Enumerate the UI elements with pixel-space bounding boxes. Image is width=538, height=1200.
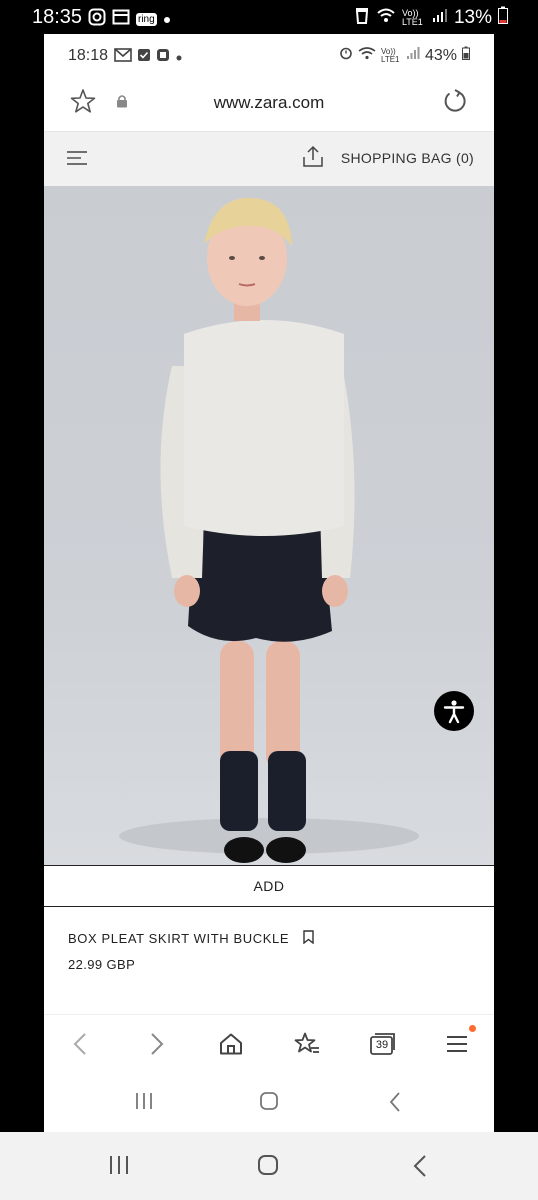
wifi-icon	[358, 46, 376, 65]
menu-icon[interactable]	[66, 149, 88, 172]
inner-system-nav	[44, 1072, 494, 1132]
bookmarks-star-icon[interactable]	[292, 1029, 322, 1059]
notification-dot	[469, 1025, 476, 1032]
bookmark-icon[interactable]	[303, 930, 314, 947]
forward-arrow-icon[interactable]	[142, 1029, 172, 1059]
browser-toolbar: 39	[44, 1014, 494, 1073]
inner-screen: 18:18 Vo)) LTE1 43% www.zara.com SHOPPIN…	[44, 34, 494, 1132]
battery-icon	[498, 6, 508, 30]
accessibility-button[interactable]	[434, 691, 474, 731]
browser-url-bar: www.zara.com	[44, 78, 494, 130]
network-label: Vo)) LTE1	[380, 46, 400, 64]
signal-icon	[406, 46, 420, 65]
site-header: SHOPPING BAG (0)	[44, 131, 494, 187]
product-image[interactable]	[44, 186, 494, 865]
notification-dot-icon	[163, 11, 171, 29]
reload-icon[interactable]	[442, 88, 468, 119]
signal-icon	[432, 7, 448, 29]
recents-icon[interactable]	[108, 1154, 130, 1181]
outer-clock: 18:35	[32, 6, 83, 28]
url-text[interactable]: www.zara.com	[44, 93, 494, 113]
alarm-icon	[339, 46, 353, 65]
recycle-icon	[354, 6, 370, 30]
notification-dot-icon	[175, 49, 183, 67]
back-icon[interactable]	[388, 1091, 402, 1118]
product-name: BOX PLEAT SKIRT WITH BUCKLE	[68, 931, 290, 946]
battery-percent: 43%	[424, 46, 457, 64]
accessibility-icon	[443, 700, 465, 724]
home-icon[interactable]	[216, 1029, 246, 1059]
battery-icon	[462, 46, 470, 65]
battery-percent: 13%	[453, 7, 492, 28]
outer-status-bar: 18:35 ring Vo)) LTE1 13%	[0, 0, 538, 34]
add-button[interactable]: ADD	[44, 865, 494, 907]
inner-status-bar: 18:18 Vo)) LTE1 43%	[44, 34, 494, 78]
wifi-icon	[376, 7, 396, 29]
inner-clock: 18:18	[68, 47, 109, 64]
recents-icon[interactable]	[134, 1091, 154, 1116]
instagram-icon	[88, 8, 106, 31]
mail-icon	[114, 48, 132, 67]
ring-app-icon: ring	[136, 13, 157, 26]
browser-menu-icon[interactable]	[442, 1025, 476, 1059]
tab-count: 39	[375, 1039, 389, 1051]
calendar-icon	[112, 8, 130, 31]
product-info: BOX PLEAT SKIRT WITH BUCKLE 22.99 GBP	[68, 930, 468, 972]
tabs-button[interactable]: 39	[366, 1029, 400, 1059]
model-illustration	[119, 197, 419, 863]
share-icon[interactable]	[302, 145, 324, 174]
outer-system-nav	[0, 1132, 538, 1200]
checkbox-icon	[137, 48, 151, 67]
gallery-icon	[156, 48, 170, 67]
product-price: 22.99 GBP	[68, 957, 136, 972]
back-icon[interactable]	[412, 1154, 428, 1183]
shopping-bag-link[interactable]: SHOPPING BAG (0)	[341, 150, 474, 166]
network-label: Vo)) LTE1	[401, 8, 423, 27]
home-button-icon[interactable]	[259, 1091, 279, 1116]
back-arrow-icon[interactable]	[65, 1029, 95, 1059]
home-button-icon[interactable]	[257, 1154, 279, 1181]
